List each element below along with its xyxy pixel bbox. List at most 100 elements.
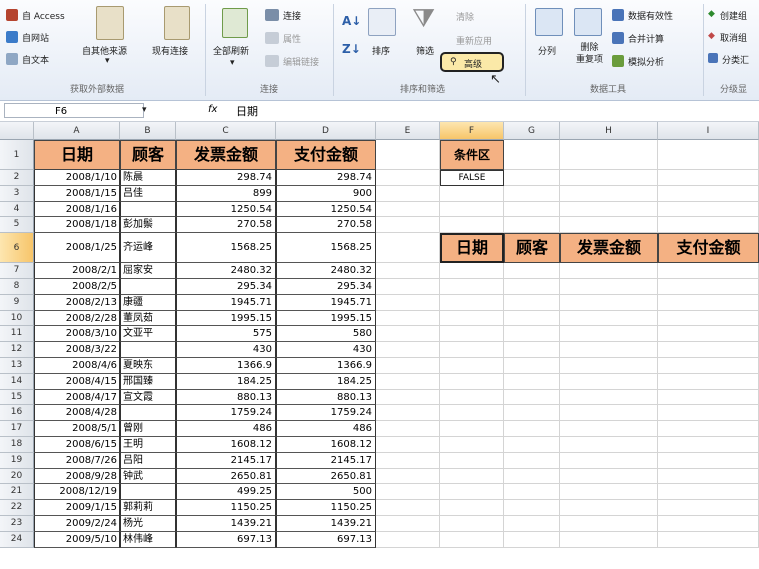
cell[interactable] [658,294,759,311]
table-row-cell[interactable]: 1366.9 [176,358,276,374]
table-row-cell[interactable]: 2650.81 [276,468,376,485]
row-header-21[interactable]: 21 [0,484,34,501]
table-row-cell[interactable]: 2008/6/15 [34,437,120,453]
cell[interactable] [376,326,440,343]
cell[interactable] [440,201,504,218]
cell[interactable] [658,405,759,422]
cell[interactable] [560,263,658,279]
cell[interactable] [504,294,560,311]
cell[interactable] [376,201,440,218]
cell[interactable] [658,468,759,485]
row-header-16[interactable]: 16 [0,405,34,422]
row-header-8[interactable]: 8 [0,279,34,295]
table-row-cell[interactable]: 康疆 [120,294,176,311]
cell[interactable] [440,263,504,279]
table-row-cell[interactable]: 邢国臻 [120,373,176,390]
table-row-cell[interactable]: 杨光 [120,516,176,532]
cell[interactable] [504,484,560,501]
cell[interactable] [440,468,504,485]
group-button[interactable]: 创建组 [720,9,747,22]
cell[interactable] [376,310,440,327]
table-row-cell[interactable]: 500 [276,484,376,501]
column-header-d[interactable]: D [276,122,376,140]
table-row-cell[interactable]: 1439.21 [276,516,376,532]
cell[interactable] [658,326,759,343]
cell[interactable] [560,358,658,374]
refresh-all-button[interactable]: 全部刷新 [213,44,249,57]
output-header-cell[interactable]: 发票金额 [560,233,658,264]
cell[interactable] [658,531,759,548]
name-box[interactable]: F6 [4,103,144,118]
select-all-corner[interactable] [0,122,34,140]
row-header-17[interactable]: 17 [0,421,34,437]
row-header-22[interactable]: 22 [0,500,34,516]
cell[interactable] [440,437,504,453]
cell[interactable] [376,233,440,264]
cell[interactable] [560,279,658,295]
cell[interactable] [504,201,560,218]
ungroup-button[interactable]: 取消组 [720,31,747,44]
from-web-button[interactable]: 自网站 [22,31,49,44]
table-row-cell[interactable]: 2008/3/10 [34,326,120,343]
cell[interactable] [440,185,504,202]
cell[interactable] [560,140,658,170]
cell[interactable] [658,201,759,218]
cell[interactable] [658,500,759,516]
row-header-23[interactable]: 23 [0,516,34,532]
cell[interactable] [560,342,658,358]
table-row-cell[interactable] [120,342,176,358]
table-row-cell[interactable]: 2008/2/5 [34,279,120,295]
row-header-3[interactable]: 3 [0,185,34,202]
table-row-cell[interactable]: 1759.24 [176,405,276,422]
cell[interactable] [376,468,440,485]
table-row-cell[interactable]: 2008/4/17 [34,389,120,406]
cell[interactable] [440,500,504,516]
row-header-6[interactable]: 6 [0,233,34,264]
formula-input[interactable]: 日期 [236,103,258,119]
cell[interactable] [560,326,658,343]
table-row-cell[interactable]: 钟武 [120,468,176,485]
table-row-cell[interactable]: 697.13 [276,531,376,548]
cell[interactable] [504,373,560,390]
row-header-10[interactable]: 10 [0,310,34,327]
column-header-c[interactable]: C [176,122,276,140]
cell[interactable] [376,373,440,390]
edit-links-button[interactable]: 编辑链接 [283,55,319,68]
table-row-cell[interactable] [120,279,176,295]
cell[interactable] [560,500,658,516]
row-header-5[interactable]: 5 [0,217,34,234]
reapply-button[interactable]: 重新应用 [456,34,492,47]
table-row-cell[interactable]: 2008/2/28 [34,310,120,327]
cell[interactable] [560,468,658,485]
cell[interactable] [504,217,560,234]
cell[interactable] [560,452,658,469]
row-header-12[interactable]: 12 [0,342,34,358]
table-row-cell[interactable]: 2009/1/15 [34,500,120,516]
row-header-20[interactable]: 20 [0,468,34,485]
table-row-cell[interactable]: 2008/9/28 [34,468,120,485]
table-row-cell[interactable]: 2650.81 [176,468,276,485]
cell[interactable] [504,170,560,186]
chevron-down-icon[interactable]: ▾ [142,105,147,115]
cell[interactable] [440,342,504,358]
cell[interactable] [504,326,560,343]
cell[interactable] [440,326,504,343]
cell[interactable] [658,170,759,186]
cell[interactable] [504,342,560,358]
table-row-cell[interactable]: 1250.54 [176,201,276,218]
cell[interactable] [658,516,759,532]
fx-icon[interactable]: fx [208,104,217,115]
table-row-cell[interactable]: 2480.32 [176,263,276,279]
table-row-cell[interactable] [120,201,176,218]
cell[interactable] [504,185,560,202]
table-row-cell[interactable]: 2009/2/24 [34,516,120,532]
cell[interactable] [440,452,504,469]
table-row-cell[interactable]: 899 [176,185,276,202]
table-row-cell[interactable]: 夏映东 [120,358,176,374]
cell[interactable] [560,516,658,532]
cell[interactable] [504,405,560,422]
table-row-cell[interactable]: 270.58 [276,217,376,234]
table-row-cell[interactable]: 陈晨 [120,170,176,186]
table-row-cell[interactable]: 吕阳 [120,452,176,469]
table-row-cell[interactable]: 2008/1/15 [34,185,120,202]
